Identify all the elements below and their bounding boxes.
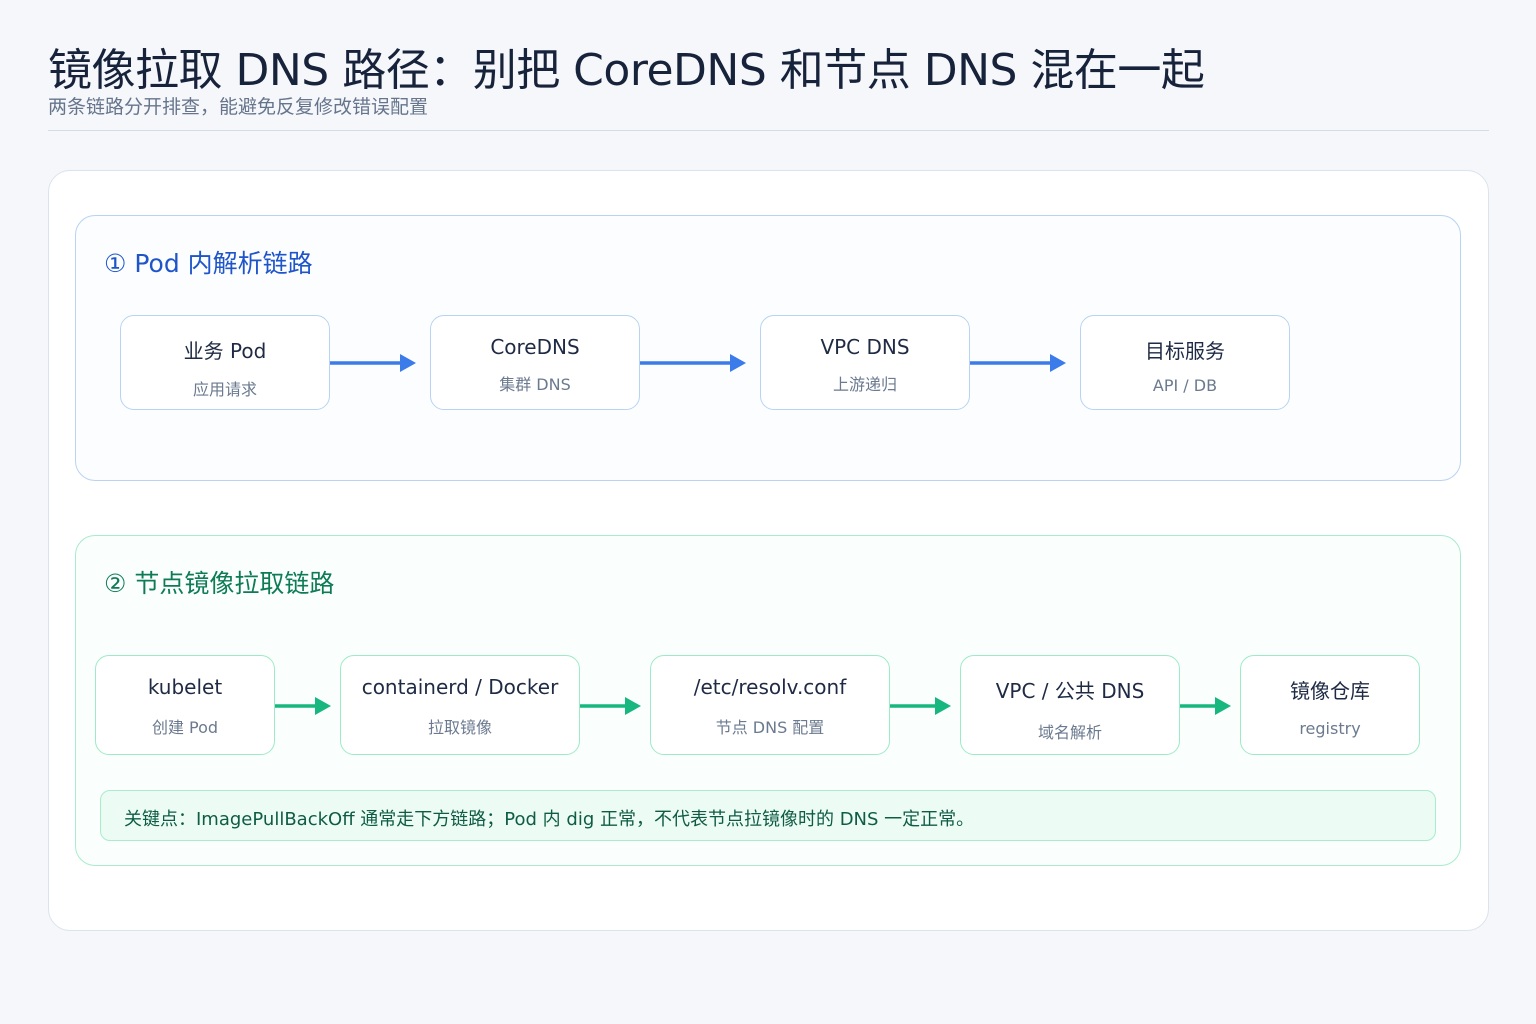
node-label: /etc/resolv.conf [693,675,847,699]
node-label: CoreDNS [490,335,580,359]
node-sublabel: 创建 Pod [151,718,219,737]
pod-dns-section-title: ① Pod 内解析链路 [104,249,313,278]
node-vpc-dns: VPC DNS 上游递归 [760,315,970,410]
node-business-pod: 业务 Pod 应用请求 [120,315,330,410]
node-sublabel: API / DB [1152,376,1218,395]
arrow-right-icon [1180,697,1231,715]
node-sublabel: 上游递归 [832,375,897,394]
node-label: VPC DNS [820,335,910,359]
node-sublabel: 集群 DNS [499,375,571,394]
node-sublabel: 节点 DNS 配置 [715,718,825,737]
node-label: kubelet [147,675,223,699]
node-target-service: 目标服务 API / DB [1080,315,1290,410]
arrow-right-icon [580,697,641,715]
page-title: 镜像拉取 DNS 路径：别把 CoreDNS 和节点 DNS 混在一起 [48,45,1205,96]
arrow-right-icon [275,697,331,715]
node-kubelet: kubelet 创建 Pod [95,655,275,755]
node-resolv-conf: /etc/resolv.conf 节点 DNS 配置 [650,655,890,755]
node-sublabel: 域名解析 [1037,723,1102,742]
arrow-right-icon [640,354,746,372]
node-label: containerd / Docker [361,675,559,699]
arrow-right-icon [330,354,416,372]
page-subtitle: 两条链路分开排查，能避免反复修改错误配置 [48,96,429,118]
key-point-text: 关键点：ImagePullBackOff 通常走下方链路；Pod 内 dig 正… [124,809,975,830]
node-coredns: CoreDNS 集群 DNS [430,315,640,410]
node-image-registry: 镜像仓库 registry [1240,655,1420,755]
node-sublabel: registry [1299,719,1361,738]
node-sublabel: 应用请求 [192,380,257,399]
node-sublabel: 拉取镜像 [427,718,492,737]
node-vpc-public-dns: VPC / 公共 DNS 域名解析 [960,655,1180,755]
arrow-right-icon [890,697,951,715]
header-divider [48,130,1489,131]
node-label: VPC / 公共 DNS [995,679,1145,703]
node-label: 目标服务 [1145,339,1225,363]
node-containerd: containerd / Docker 拉取镜像 [340,655,580,755]
node-pull-section-title: ② 节点镜像拉取链路 [104,569,335,598]
node-label: 镜像仓库 [1290,679,1370,703]
node-label: 业务 Pod [183,339,267,363]
arrow-right-icon [970,354,1066,372]
key-point-callout: 关键点：ImagePullBackOff 通常走下方链路；Pod 内 dig 正… [100,790,1436,841]
